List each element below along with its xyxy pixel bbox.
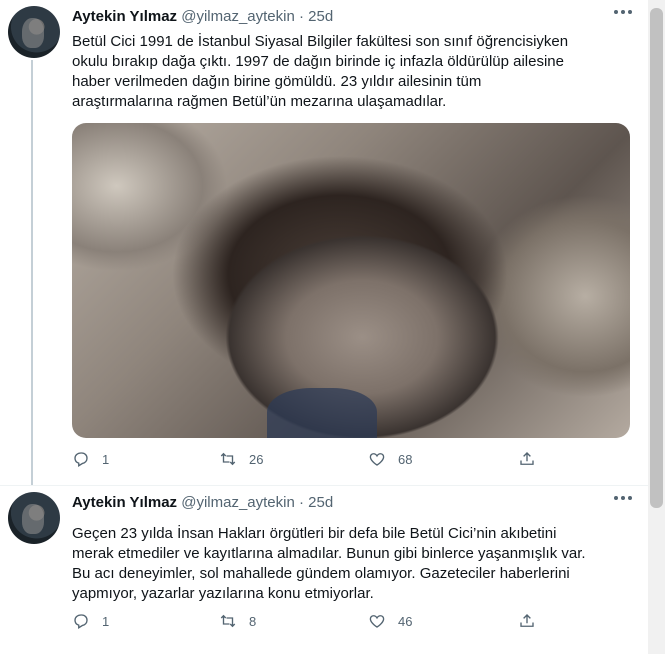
- retweet-icon: [220, 614, 236, 628]
- like-count: 68: [398, 451, 413, 467]
- tweet-header: Aytekin Yılmaz @yilmaz_aytekin · 25d: [72, 494, 333, 511]
- author-handle[interactable]: @yilmaz_aytekin: [181, 494, 295, 511]
- share-icon: [520, 452, 534, 465]
- thread-line: [31, 60, 33, 485]
- like-icon: [369, 453, 385, 466]
- more-icon[interactable]: [614, 496, 632, 502]
- tweet-text: Betül Cici 1991 de İstanbul Siyasal Bilg…: [72, 32, 632, 112]
- like-icon: [369, 615, 385, 628]
- tweet-text-line: Geçen 23 yılda İnsan Hakları örgütleri b…: [72, 525, 557, 542]
- separator-dot: ·: [299, 8, 304, 25]
- avatar[interactable]: [8, 492, 60, 544]
- share-button[interactable]: [518, 612, 536, 630]
- tweet-text-line: Betül Cici 1991 de İstanbul Siyasal Bilg…: [72, 33, 569, 50]
- retweet-icon: [220, 452, 236, 466]
- reply-icon: [74, 452, 88, 467]
- like-button[interactable]: 68: [368, 450, 412, 468]
- tweet-actions: 1 26 68: [72, 450, 552, 474]
- scrollbar-thumb[interactable]: [650, 8, 663, 508]
- author-name[interactable]: Aytekin Yılmaz: [72, 494, 177, 511]
- tweet-text: Geçen 23 yılda İnsan Hakları örgütleri b…: [72, 524, 632, 604]
- like-count: 46: [398, 613, 413, 629]
- author-name[interactable]: Aytekin Yılmaz: [72, 8, 177, 25]
- avatar[interactable]: [8, 6, 60, 58]
- reply-icon: [74, 614, 88, 629]
- author-handle[interactable]: @yilmaz_aytekin: [181, 8, 295, 25]
- share-icon: [520, 614, 534, 627]
- tweet-text-line: Bu acı deneyimler, sol mahallede gündem …: [72, 565, 570, 582]
- tweet-time[interactable]: 25d: [308, 494, 333, 511]
- retweet-button[interactable]: 26: [219, 450, 263, 468]
- like-button[interactable]: 46: [368, 612, 412, 630]
- tweet-text-line: okulu bırakıp dağa çıktı. 1997 de dağın …: [72, 53, 564, 70]
- separator-dot: ·: [299, 494, 304, 511]
- reply-count: 1: [102, 451, 110, 467]
- tweet-text-line: araştırmalarına rağmen Betül’ün mezarına…: [72, 93, 447, 110]
- tweet-text-line: haber verilmeden dağın birine gömüldü. 2…: [72, 73, 482, 90]
- reply-button[interactable]: 1: [72, 612, 109, 630]
- retweet-count: 8: [249, 613, 257, 629]
- tweet-actions: 1 8 46: [72, 612, 552, 636]
- scrollbar-track[interactable]: [648, 0, 665, 654]
- share-button[interactable]: [518, 450, 536, 468]
- tweet-photo[interactable]: [72, 123, 630, 438]
- tweet-time[interactable]: 25d: [308, 8, 333, 25]
- tweet-header: Aytekin Yılmaz @yilmaz_aytekin · 25d: [72, 8, 333, 25]
- retweet-button[interactable]: 8: [219, 612, 256, 630]
- tweet-text-line: yapmıyor, yazarlar yazılarına konu etmiy…: [72, 585, 374, 602]
- more-icon[interactable]: [614, 10, 632, 16]
- tweet[interactable]: Aytekin Yılmaz @yilmaz_aytekin · 25d Bet…: [0, 0, 648, 485]
- reply-count: 1: [102, 613, 110, 629]
- reply-button[interactable]: 1: [72, 450, 109, 468]
- retweet-count: 26: [249, 451, 264, 467]
- tweet-text-line: merak etmediler ve kayıtlarına almadılar…: [72, 545, 586, 562]
